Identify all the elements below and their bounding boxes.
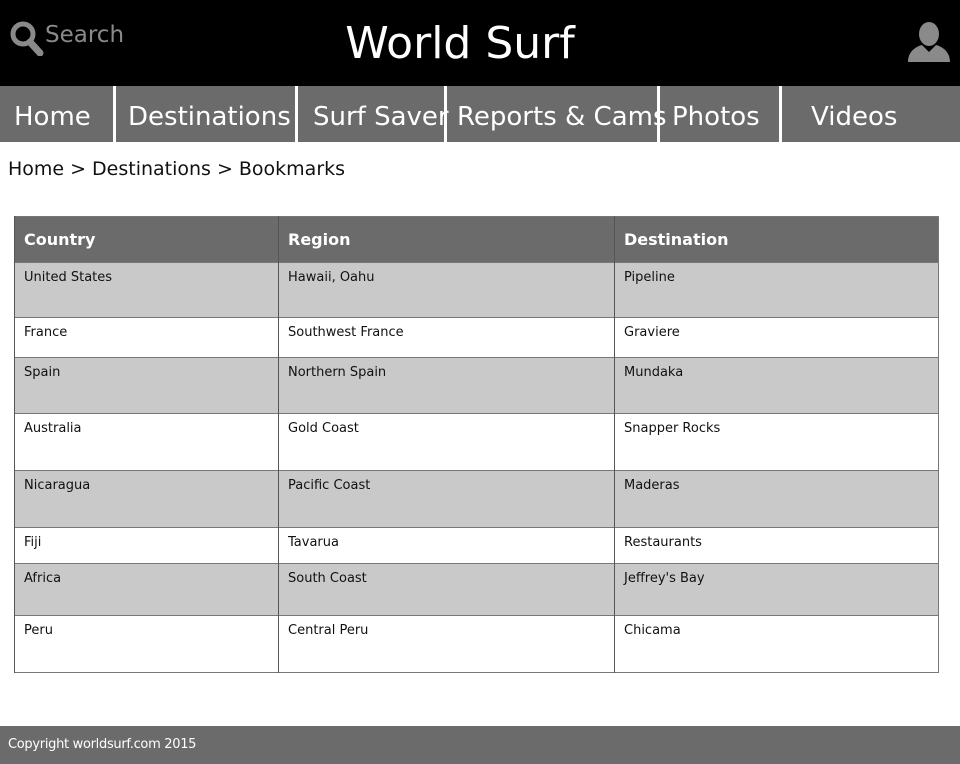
column-header-region: Region xyxy=(278,216,615,263)
nav-destinations[interactable]: Destinations xyxy=(128,86,291,142)
breadcrumb-destinations[interactable]: Destinations xyxy=(92,158,211,180)
table-row[interactable]: Fiji Tavarua Restaurants xyxy=(14,527,939,564)
nav-divider xyxy=(444,86,447,142)
breadcrumb-home[interactable]: Home xyxy=(8,158,64,180)
cell-country: Peru xyxy=(14,615,279,673)
nav-surf-saver[interactable]: Surf Saver xyxy=(313,86,449,142)
cell-destination[interactable]: Mundaka xyxy=(614,357,939,414)
nav-videos[interactable]: Videos xyxy=(811,86,897,142)
cell-destination[interactable]: Graviere xyxy=(614,317,939,358)
cell-region: Hawaii, Oahu xyxy=(278,262,615,318)
cell-country: Australia xyxy=(14,413,279,471)
cell-region: South Coast xyxy=(278,563,615,616)
main-nav: Home Destinations Surf Saver Reports & C… xyxy=(0,86,960,142)
table-row[interactable]: France Southwest France Graviere xyxy=(14,317,939,358)
cell-region: Pacific Coast xyxy=(278,470,615,528)
cell-country: Africa xyxy=(14,563,279,616)
cell-destination[interactable]: Pipeline xyxy=(614,262,939,318)
nav-divider xyxy=(113,86,116,142)
site-title: World Surf xyxy=(345,18,575,69)
cell-region: Northern Spain xyxy=(278,357,615,414)
cell-destination[interactable]: Chicama xyxy=(614,615,939,673)
table-header-row: Country Region Destination xyxy=(14,216,939,263)
footer: Copyright worldsurf.com 2015 xyxy=(0,726,960,764)
cell-country: Fiji xyxy=(14,527,279,564)
breadcrumb-separator: > xyxy=(216,158,233,180)
nav-divider xyxy=(295,86,298,142)
breadcrumb-bookmarks: Bookmarks xyxy=(238,158,346,180)
cell-destination[interactable]: Snapper Rocks xyxy=(614,413,939,471)
cell-region: Southwest France xyxy=(278,317,615,358)
cell-destination[interactable]: Jeffrey's Bay xyxy=(614,563,939,616)
bookmarks-table-container: Country Region Destination United States… xyxy=(14,216,939,673)
column-header-country: Country xyxy=(14,216,279,263)
column-header-destination: Destination xyxy=(614,216,939,263)
nav-photos[interactable]: Photos xyxy=(672,86,760,142)
table-row[interactable]: Peru Central Peru Chicama xyxy=(14,615,939,673)
cell-country: France xyxy=(14,317,279,358)
table-row[interactable]: Spain Northern Spain Mundaka xyxy=(14,357,939,414)
table-row[interactable]: United States Hawaii, Oahu Pipeline xyxy=(14,262,939,318)
nav-divider xyxy=(657,86,660,142)
cell-region: Gold Coast xyxy=(278,413,615,471)
cell-country: Nicaragua xyxy=(14,470,279,528)
cell-country: United States xyxy=(14,262,279,318)
nav-home[interactable]: Home xyxy=(14,86,91,142)
cell-destination[interactable]: Maderas xyxy=(614,470,939,528)
bookmarks-table: Country Region Destination United States… xyxy=(14,216,939,673)
header: Search World Surf xyxy=(0,0,960,86)
breadcrumb: Home > Destinations > Bookmarks xyxy=(8,158,345,180)
nav-reports-cams[interactable]: Reports & Cams xyxy=(457,86,667,142)
copyright-text: Copyright worldsurf.com 2015 xyxy=(8,737,197,752)
breadcrumb-separator: > xyxy=(70,158,87,180)
cell-country: Spain xyxy=(14,357,279,414)
table-row[interactable]: Nicaragua Pacific Coast Maderas xyxy=(14,470,939,528)
cell-region: Tavarua xyxy=(278,527,615,564)
table-row[interactable]: Australia Gold Coast Snapper Rocks xyxy=(14,413,939,471)
cell-destination[interactable]: Restaurants xyxy=(614,527,939,564)
table-row[interactable]: Africa South Coast Jeffrey's Bay xyxy=(14,563,939,616)
nav-divider xyxy=(779,86,782,142)
cell-region: Central Peru xyxy=(278,615,615,673)
user-icon[interactable] xyxy=(906,22,952,64)
